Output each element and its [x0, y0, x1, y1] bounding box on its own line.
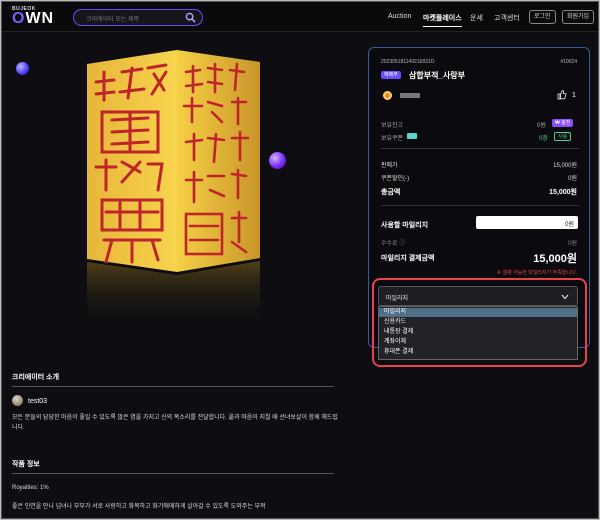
search-input[interactable]: 크리에이터 또는 제목 — [73, 9, 203, 26]
brand-logo[interactable]: BUJEOK OWN — [12, 6, 55, 27]
fee-label: 수수료 ⓘ — [381, 241, 406, 247]
highlight-annotation — [372, 278, 587, 367]
coupon-discount-value: 0원 — [568, 176, 577, 182]
sale-price-label: 판매가 — [381, 163, 398, 169]
product-title: 삼합부적_사랑부 — [409, 71, 465, 80]
nav-auction[interactable]: Auction — [388, 13, 411, 20]
creator-section-title: 크리에이터 소개 — [12, 374, 60, 381]
top-header: BUJEOK OWN 크리에이터 또는 제목 Auction 마켓플레이스 운세… — [2, 2, 598, 32]
artwork-image — [87, 50, 260, 327]
signup-button[interactable]: 회원가입 — [562, 10, 595, 24]
mileage-pay-value: 15,000원 — [533, 253, 577, 265]
use-coupon-button[interactable]: 사용 — [554, 132, 572, 141]
creator-coin-icon — [383, 91, 392, 100]
search-icon[interactable] — [185, 12, 196, 23]
divider — [12, 473, 334, 474]
total-value: 15,000원 — [549, 189, 577, 196]
coupon-discount-label: 쿠폰할인(-) — [381, 176, 410, 182]
insufficient-warning: ※ 결제 가능한 마일리지가 부족합니다. — [496, 270, 577, 276]
login-button[interactable]: 로그인 — [529, 10, 556, 24]
mileage-pay-label: 마일리지 결제금액 — [381, 255, 435, 262]
fee-value: 0원 — [568, 241, 577, 247]
creator-name[interactable]: test03 — [28, 398, 47, 405]
charge-button[interactable]: ₩ 충전 — [552, 119, 574, 127]
creator-avatar[interactable] — [12, 395, 23, 406]
creator-description: 모든 분들의 담담한 마음이 좋일 수 있도록 많은 염을 가지고 신의 목소리… — [12, 415, 338, 431]
royalties-text: Royalties: 1% — [12, 485, 49, 491]
divider — [381, 148, 579, 149]
decor-orb — [269, 152, 286, 169]
nav-marketplace[interactable]: 마켓플레이스 — [423, 13, 462, 27]
like-count: 1 — [572, 92, 576, 99]
coupon-icon — [407, 133, 417, 139]
logo-wordmark: OWN — [12, 10, 55, 27]
thumbs-up-icon[interactable] — [557, 90, 567, 100]
decor-orb — [16, 62, 29, 75]
nav-fortune[interactable]: 운세 — [470, 13, 483, 23]
search-placeholder: 크리에이터 또는 제목 — [86, 17, 140, 23]
token-id: 202305181149216831O — [381, 59, 435, 65]
total-label: 총금액 — [381, 189, 401, 196]
page: BUJEOK OWN 크리에이터 또는 제목 Auction 마켓플레이스 운세… — [1, 1, 599, 519]
sale-price-value: 15,000원 — [553, 163, 577, 169]
mileage-input[interactable]: 0원 — [476, 216, 578, 229]
coupon-label: 보유쿠폰 — [381, 136, 404, 142]
nav-support[interactable]: 고객센터 — [494, 13, 520, 23]
item-number: #10024 — [560, 59, 577, 65]
coupon-value: 0장 — [539, 136, 548, 142]
balance-value: 0원 — [537, 123, 546, 129]
balance-label: 보유잔고 — [381, 123, 404, 129]
work-description: 좋은 인연을 만나 넘녀나 부부가 서로 사랑하고 화목하고 화기애애하게 살아… — [12, 504, 266, 510]
creator-name-masked — [400, 93, 420, 98]
divider — [381, 205, 579, 206]
category-badge: 예매부 — [381, 71, 401, 79]
divider — [12, 386, 334, 387]
mileage-label: 사용할 마일리지 — [381, 222, 429, 229]
work-section-title: 작품 정보 — [12, 461, 40, 468]
